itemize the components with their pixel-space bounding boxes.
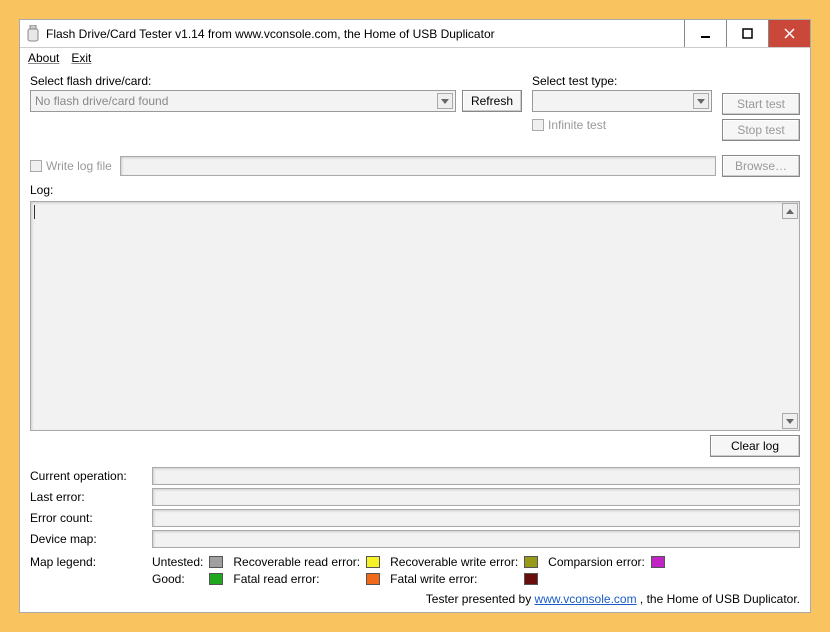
clear-log-button[interactable]: Clear log [710,435,800,457]
log-file-path-input[interactable] [120,156,716,176]
maximize-button[interactable] [726,20,768,47]
legend-rre-label: Recoverable read error: [233,555,360,569]
legend-rwe-swatch [524,556,538,568]
legend-good-swatch [209,573,223,585]
footer-suffix: , the Home of USB Duplicator. [640,592,800,606]
legend-untested-swatch [209,556,223,568]
chevron-down-icon [693,93,709,109]
last-error-label: Last error: [30,490,146,504]
infinite-test-checkbox[interactable] [532,119,544,131]
legend-rre-swatch [366,556,380,568]
scroll-down-button[interactable] [782,413,798,429]
footer-link[interactable]: www.vconsole.com [535,592,637,606]
menubar: About Exit [20,48,810,68]
write-log-label: Write log file [46,159,112,173]
log-label: Log: [30,183,800,197]
drive-select[interactable]: No flash drive/card found [30,90,456,112]
map-legend: Untested: Recoverable read error: Recove… [152,555,669,586]
legend-untested-label: Untested: [152,555,203,569]
chevron-down-icon [437,93,453,109]
text-cursor [34,205,35,219]
legend-fre-swatch [366,573,380,585]
legend-good-label: Good: [152,572,203,586]
current-operation-field [152,467,800,485]
test-type-select[interactable] [532,90,712,112]
browse-button[interactable]: Browse… [722,155,800,177]
app-icon [26,25,40,43]
menu-about[interactable]: About [28,51,59,65]
close-button[interactable] [768,20,810,47]
footer-prefix: Tester presented by [426,592,535,606]
device-map-field [152,530,800,548]
legend-rwe-label: Recoverable write error: [390,555,518,569]
minimize-button[interactable] [684,20,726,47]
app-window: Flash Drive/Card Tester v1.14 from www.v… [19,19,811,613]
refresh-button[interactable]: Refresh [462,90,522,112]
error-count-field [152,509,800,527]
legend-fre-label: Fatal read error: [233,572,360,586]
infinite-test-label: Infinite test [548,118,606,132]
legend-fwe-swatch [524,573,538,585]
log-textarea[interactable] [30,201,800,431]
footer: Tester presented by www.vconsole.com , t… [30,592,800,606]
map-legend-label: Map legend: [30,555,146,569]
titlebar[interactable]: Flash Drive/Card Tester v1.14 from www.v… [20,20,810,48]
menu-exit[interactable]: Exit [71,51,91,65]
current-operation-label: Current operation: [30,469,146,483]
write-log-checkbox[interactable] [30,160,42,172]
error-count-label: Error count: [30,511,146,525]
device-map-label: Device map: [30,532,146,546]
last-error-field [152,488,800,506]
start-test-button[interactable]: Start test [722,93,800,115]
stop-test-button[interactable]: Stop test [722,119,800,141]
test-type-label: Select test type: [532,74,712,88]
legend-fwe-label: Fatal write error: [390,572,518,586]
window-title: Flash Drive/Card Tester v1.14 from www.v… [46,27,684,41]
scroll-up-button[interactable] [782,203,798,219]
legend-cmp-swatch [651,556,665,568]
drive-select-label: Select flash drive/card: [30,74,522,88]
legend-cmp-label: Comparsion error: [548,555,645,569]
drive-select-value: No flash drive/card found [35,94,168,108]
